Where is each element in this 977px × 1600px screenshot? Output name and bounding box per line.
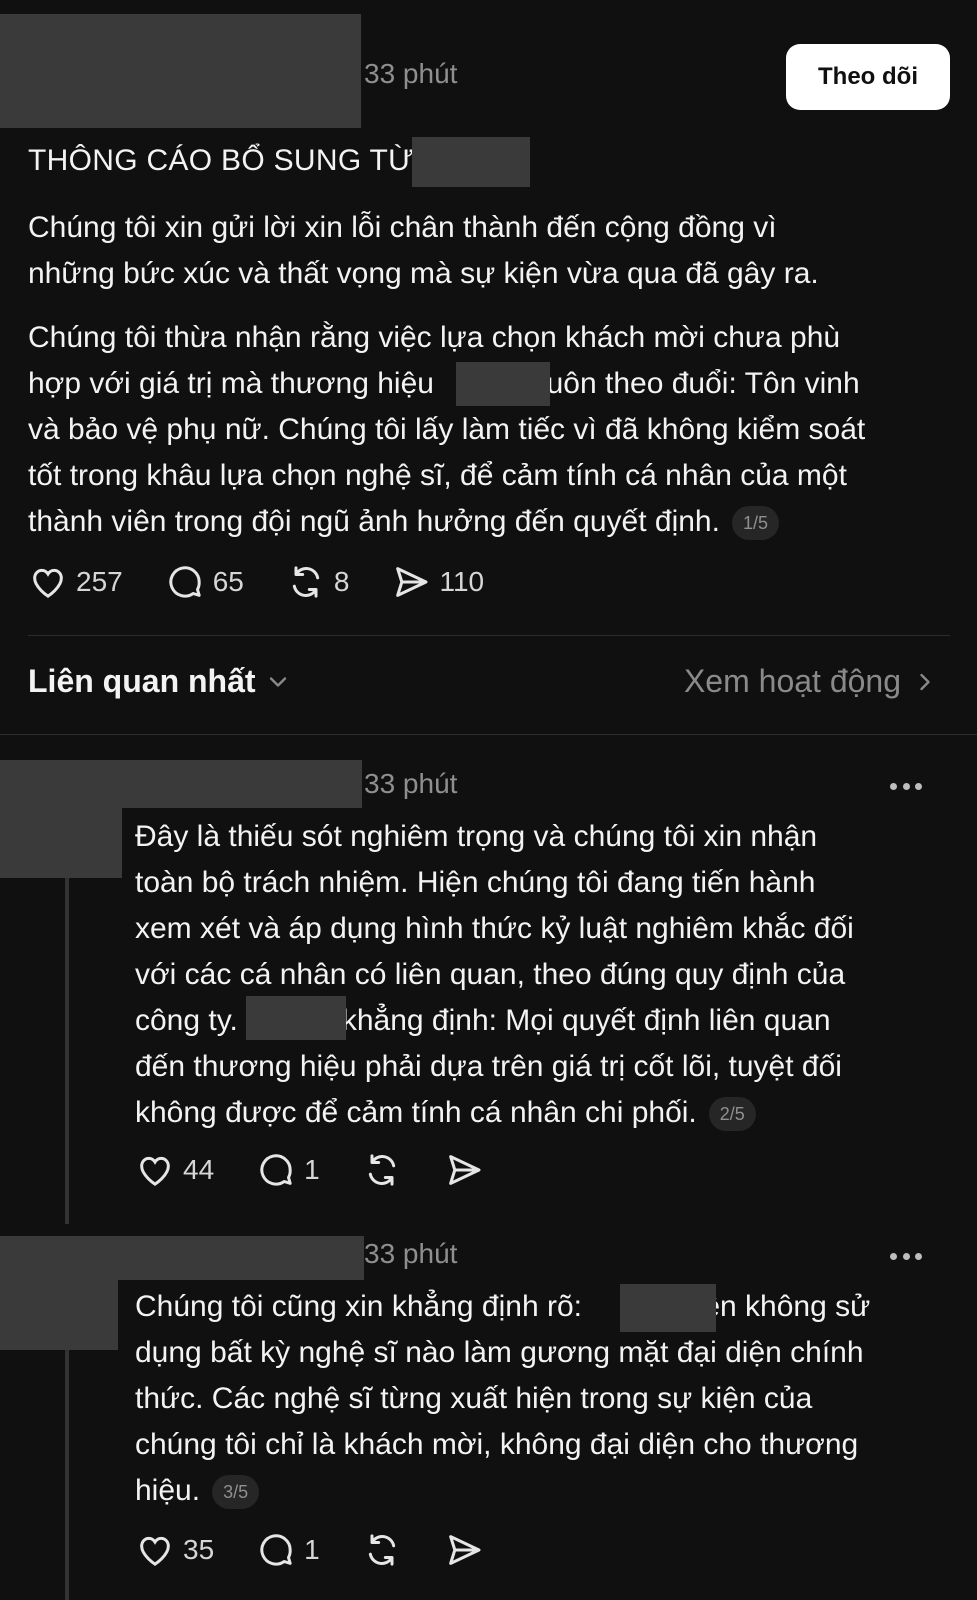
like-count: 44 — [183, 1154, 215, 1185]
redacted-brand-name — [620, 1284, 716, 1332]
share-button[interactable]: 110 — [391, 562, 484, 602]
comment-count: 1 — [304, 1154, 320, 1185]
sort-dropdown[interactable]: Liên quan nhất — [28, 663, 292, 700]
thread-pager: 2/5 — [708, 1097, 756, 1132]
reply-actions: 35 1 — [135, 1530, 526, 1570]
thread-pager: 3/5 — [212, 1475, 260, 1510]
reply-actions: 44 1 — [135, 1150, 526, 1190]
post-actions: 257 65 8 110 — [28, 562, 526, 602]
repost-button[interactable] — [362, 1150, 402, 1190]
share-button[interactable] — [444, 1530, 484, 1570]
redacted-avatar — [0, 1236, 118, 1350]
share-icon — [448, 1155, 481, 1185]
reply-time: 33 phút — [364, 768, 458, 799]
redacted-username — [118, 1236, 364, 1280]
chevron-right-icon — [920, 673, 930, 690]
redacted-brand-name — [246, 996, 346, 1040]
comment-count: 65 — [212, 566, 244, 597]
redacted-avatar-username — [0, 14, 361, 128]
comment-icon — [260, 1154, 292, 1186]
repost-count: 8 — [333, 566, 350, 597]
like-button[interactable]: 257 — [28, 562, 123, 602]
repost-icon — [292, 566, 320, 598]
follow-button[interactable]: Theo dõi — [786, 44, 950, 110]
chevron-down-icon — [269, 676, 286, 687]
post-time: 33 phút — [364, 58, 458, 89]
share-button[interactable] — [444, 1150, 484, 1190]
reply-text: Đây là thiếu sót nghiêm trọng và chúng t… — [135, 814, 854, 1136]
view-activity-link[interactable]: Xem hoạt động — [684, 663, 939, 700]
post-headline: THÔNG CÁO BỔ SUNG TỪ — [28, 144, 415, 177]
redacted-username — [122, 760, 362, 808]
like-count: 257 — [76, 566, 123, 597]
more-options-button[interactable] — [890, 778, 922, 794]
like-button[interactable]: 44 — [135, 1150, 214, 1190]
heart-icon — [33, 568, 63, 598]
view-activity-label: Xem hoạt động — [683, 663, 901, 699]
share-count: 110 — [439, 566, 485, 597]
like-count: 35 — [183, 1534, 215, 1565]
redacted-brand-name — [412, 137, 530, 187]
repost-button[interactable]: 8 — [286, 562, 350, 602]
repost-icon — [368, 1154, 395, 1186]
thread-pager: 1/5 — [731, 506, 779, 541]
repost-button[interactable] — [362, 1530, 402, 1570]
thread-line — [65, 878, 69, 1224]
post-paragraph-2: Chúng tôi thừa nhận rằng việc lựa chọn k… — [28, 315, 865, 545]
thread-line — [65, 1350, 69, 1600]
post-paragraph-1: Chúng tôi xin gửi lời xin lỗi chân thành… — [28, 211, 819, 290]
comment-count: 1 — [304, 1534, 320, 1565]
comment-button[interactable]: 1 — [256, 1530, 320, 1570]
comment-icon — [169, 566, 201, 598]
heart-icon — [140, 1536, 170, 1566]
repost-icon — [368, 1534, 395, 1566]
share-icon — [396, 567, 428, 597]
comment-icon — [260, 1534, 292, 1566]
share-icon — [448, 1535, 481, 1565]
redacted-brand-name — [456, 362, 550, 406]
redacted-avatar — [0, 760, 122, 878]
reply-text: Chúng tôi cũng xin khẳng định rõ: hiện kh… — [135, 1284, 870, 1514]
more-options-button[interactable] — [890, 1248, 922, 1264]
comment-button[interactable]: 1 — [256, 1150, 320, 1190]
reply-time: 33 phút — [364, 1238, 458, 1269]
like-button[interactable]: 35 — [135, 1530, 214, 1570]
divider — [0, 734, 977, 735]
heart-icon — [140, 1156, 170, 1186]
comment-button[interactable]: 65 — [165, 562, 244, 602]
sort-label: Liên quan nhất — [28, 663, 256, 699]
divider — [28, 635, 950, 636]
